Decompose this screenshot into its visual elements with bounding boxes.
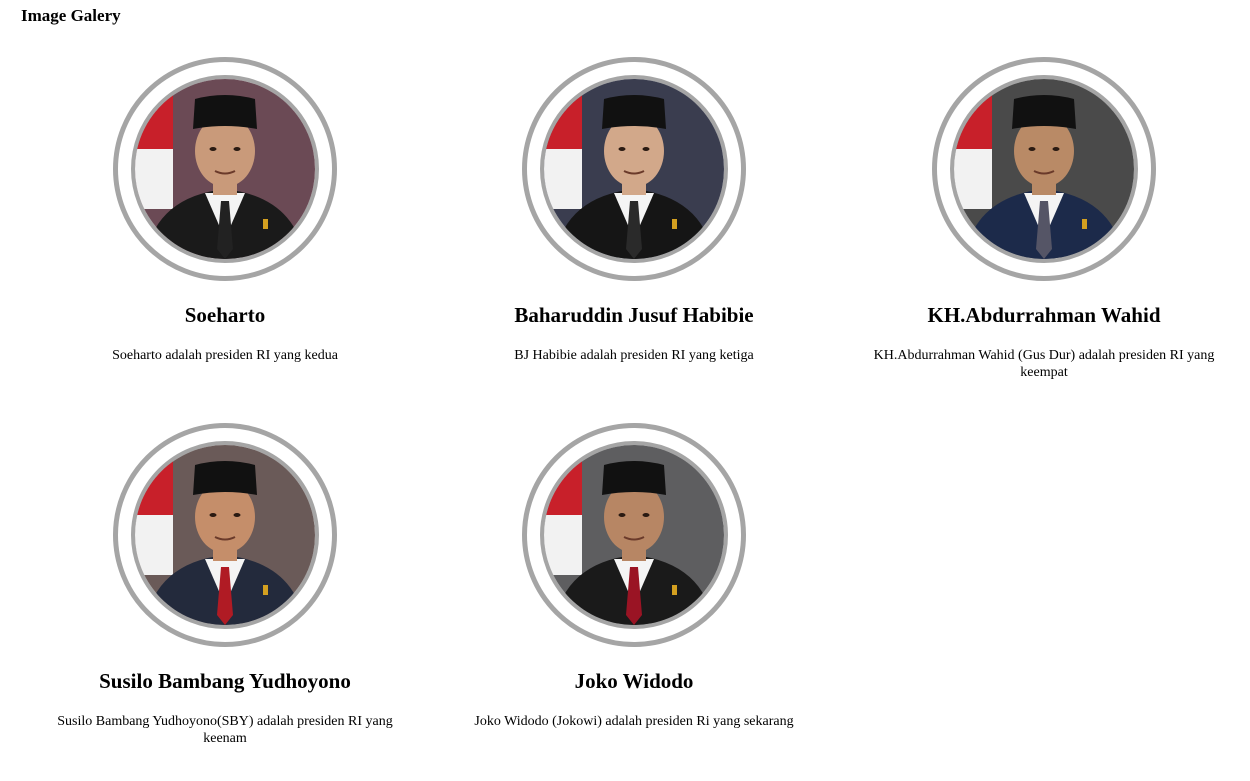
portrait-photo[interactable]	[540, 441, 728, 629]
gallery-card: Susilo Bambang Yudhoyono Susilo Bambang …	[25, 423, 425, 747]
gallery-card: Baharuddin Jusuf Habibie BJ Habibie adal…	[434, 57, 834, 364]
card-title: KH.Abdurrahman Wahid	[927, 303, 1161, 327]
image-gallery: Soeharto Soeharto adalah presiden RI yan…	[0, 0, 1250, 781]
portrait-photo[interactable]	[950, 75, 1138, 263]
gallery-card: KH.Abdurrahman Wahid KH.Abdurrahman Wahi…	[844, 57, 1244, 381]
portrait-frame	[113, 57, 337, 281]
portrait-frame	[932, 57, 1156, 281]
card-description: BJ Habibie adalah presiden RI yang ketig…	[514, 348, 754, 363]
card-title: Soeharto	[184, 303, 266, 327]
card-description: Joko Widodo (Jokowi) adalah presiden Ri …	[474, 714, 794, 729]
card-title: Susilo Bambang Yudhoyono	[99, 669, 351, 693]
card-description: Soeharto adalah presiden RI yang kedua	[112, 348, 338, 363]
card-title: Joko Widodo	[574, 669, 694, 693]
card-title: Baharuddin Jusuf Habibie	[514, 303, 754, 327]
gallery-card: Joko Widodo Joko Widodo (Jokowi) adalah …	[434, 423, 834, 730]
card-description: Susilo Bambang Yudhoyono(SBY) adalah pre…	[57, 714, 393, 746]
card-description: KH.Abdurrahman Wahid (Gus Dur) adalah pr…	[873, 348, 1215, 380]
portrait-photo[interactable]	[131, 75, 319, 263]
portrait-frame	[113, 423, 337, 647]
portrait-photo[interactable]	[131, 441, 319, 629]
portrait-frame	[522, 423, 746, 647]
gallery-card: Soeharto Soeharto adalah presiden RI yan…	[25, 57, 425, 364]
portrait-frame	[522, 57, 746, 281]
portrait-photo[interactable]	[540, 75, 728, 263]
